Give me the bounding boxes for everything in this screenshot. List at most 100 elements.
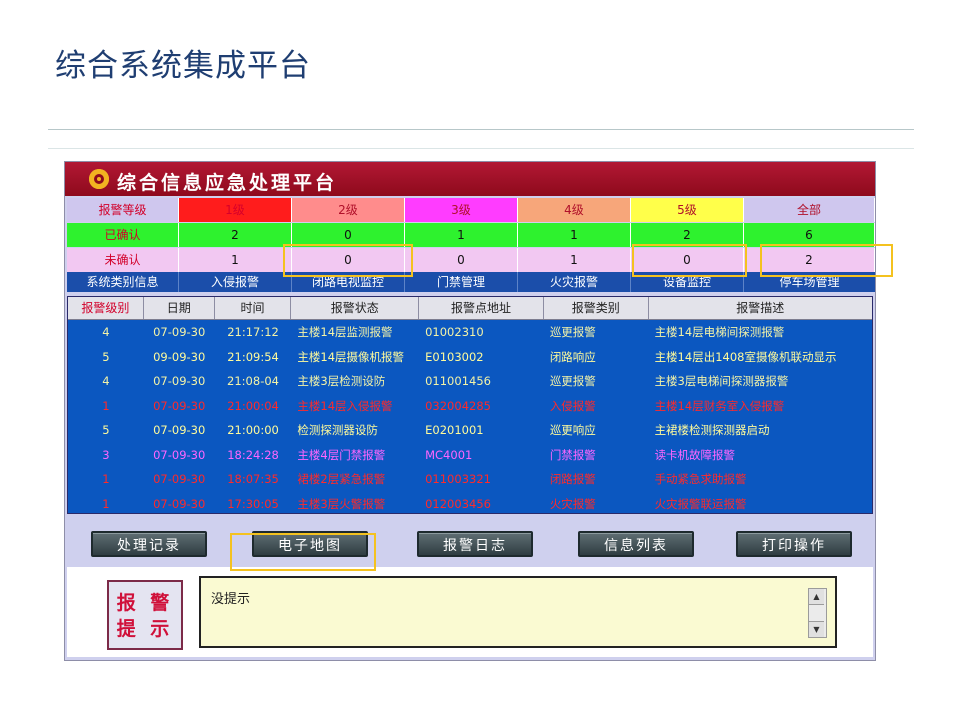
highlight-box: [632, 244, 747, 277]
column-header[interactable]: 报警级别: [68, 297, 144, 319]
alarm-prompt-textbox[interactable]: 没提示 ▲ ▼: [199, 576, 837, 648]
level-header-cell[interactable]: 1级: [179, 198, 292, 222]
table-cell: 主楼3层电梯间探测器报警: [654, 374, 789, 388]
table-cell: 巡更报警: [549, 374, 596, 388]
table-cell: 门禁报警: [549, 447, 596, 462]
table-cell: E0103002: [425, 349, 484, 364]
level-header-cell[interactable]: 全部: [744, 198, 875, 222]
table-cell: 011001456: [425, 374, 491, 388]
scroll-up-icon[interactable]: ▲: [809, 589, 824, 605]
app-header: 综合信息应急处理平台: [65, 162, 875, 196]
table-cell: 032004285: [425, 398, 491, 413]
alarm-prompt-badge-line2: 提 示: [116, 618, 174, 640]
divider-top: [48, 129, 914, 130]
table-cell: 07-09-30: [153, 398, 206, 413]
table-cell: 主楼3层检测设防: [297, 374, 386, 388]
scroll-down-icon[interactable]: ▼: [809, 621, 824, 637]
level-confirmed-count[interactable]: 1: [518, 223, 631, 247]
level-unconfirmed-count[interactable]: 0: [405, 248, 518, 272]
level-header-row: 报警等级 1级 2级 3级 4级 5级 全部: [67, 198, 875, 222]
table-cell: 主楼14层摄像机报警: [297, 349, 405, 364]
processing-record-button[interactable]: 处理记录: [91, 531, 207, 557]
level-header-cell[interactable]: 5级: [631, 198, 744, 222]
table-cell: 1: [102, 398, 110, 413]
alarm-prompt-area: 报 警 提 示 没提示 ▲ ▼: [67, 567, 873, 657]
table-cell: 火灾报警: [549, 496, 596, 511]
alarm-table: 报警级别 日期 时间 报警状态 报警点地址 报警类别 报警描述 4 07-09-3…: [67, 296, 873, 514]
table-cell: 主楼14层出1408室摄像机联动显示: [654, 349, 837, 364]
table-cell: 5: [102, 423, 110, 437]
table-row[interactable]: 5 09-09-30 21:09:54 主楼14层摄像机报警 E0103002 闭路响应 主…: [68, 345, 872, 370]
divider-bottom: [48, 148, 914, 149]
column-header[interactable]: 报警描述: [649, 297, 872, 319]
alarm-prompt-text: 没提示: [211, 592, 251, 607]
level-header-cell[interactable]: 2级: [292, 198, 405, 222]
table-cell: 主楼14层财务室入侵报警: [654, 398, 785, 413]
app-title: 综合信息应急处理平台: [117, 172, 338, 194]
table-cell: 手动紧急求助报警: [654, 472, 747, 486]
info-list-button[interactable]: 信息列表: [578, 531, 694, 557]
table-cell: 09-09-30: [153, 349, 206, 364]
table-cell: 主楼14层入侵报警: [297, 398, 393, 413]
category-nav: 系统类别信息 入侵报警 闭路电视监控 门禁管理 火灾报警 设备监控 停车场管理: [67, 272, 875, 292]
prompt-scrollbar[interactable]: ▲ ▼: [808, 588, 827, 638]
level-unconfirmed-count[interactable]: 1: [179, 248, 292, 272]
table-row[interactable]: 1 07-09-30 18:07:35 裙楼2层紧急报警 011003321 闭路报警 手动…: [68, 467, 872, 492]
print-button[interactable]: 打印操作: [736, 531, 852, 557]
table-cell: 011003321: [425, 472, 491, 486]
table-cell: 裙楼2层紧急报警: [297, 472, 386, 486]
table-cell: 4: [102, 325, 110, 339]
table-cell: 012003456: [425, 496, 491, 511]
nav-access-control[interactable]: 门禁管理: [405, 272, 518, 292]
table-cell: 主楼4层门禁报警: [297, 447, 386, 462]
table-cell: 闭路响应: [549, 349, 596, 364]
table-cell: 检测探测器设防: [297, 423, 378, 437]
table-cell: 21:09:54: [227, 349, 279, 364]
nav-system-category: 系统类别信息: [67, 272, 179, 292]
table-cell: 入侵报警: [549, 398, 596, 413]
alarm-prompt-badge: 报 警 提 示: [107, 580, 183, 650]
nav-intrusion-alarm[interactable]: 入侵报警: [179, 272, 292, 292]
level-confirmed-count[interactable]: 1: [405, 223, 518, 247]
level-confirmed-label: 已确认: [67, 223, 179, 247]
level-header-cell[interactable]: 3级: [405, 198, 518, 222]
table-row[interactable]: 4 07-09-30 21:17:12 主楼14层监测报警 01002310 巡更报警 主楼…: [68, 320, 872, 345]
table-cell: 21:17:12: [227, 325, 279, 339]
table-row[interactable]: 5 07-09-30 21:00:00 检测探测器设防 E0201001 巡更响应 主裙楼检…: [68, 418, 872, 443]
level-unconfirmed-count[interactable]: 1: [518, 248, 631, 272]
column-header[interactable]: 日期: [144, 297, 215, 319]
table-cell: 1: [102, 472, 110, 486]
table-cell: 07-09-30: [153, 472, 206, 486]
table-row[interactable]: 1 07-09-30 21:00:04 主楼14层入侵报警 032004285 入侵报警 主…: [68, 394, 872, 419]
table-cell: 1: [102, 496, 110, 511]
level-confirmed-row: 已确认 2 0 1 1 2 6: [67, 223, 875, 247]
table-row[interactable]: 1 07-09-30 17:30:05 主楼3层火警报警 012003456 火灾报警 火灾…: [68, 492, 872, 517]
table-row[interactable]: 4 07-09-30 21:08-04 主楼3层检测设防 011001456 巡更报警 主楼…: [68, 369, 872, 394]
level-header-cell[interactable]: 4级: [518, 198, 631, 222]
table-cell: 07-09-30: [153, 423, 206, 437]
level-confirmed-count[interactable]: 2: [179, 223, 292, 247]
table-cell: 主楼14层电梯间探测报警: [654, 325, 785, 339]
table-cell: 21:08-04: [227, 374, 279, 388]
table-body: 4 07-09-30 21:17:12 主楼14层监测报警 01002310 巡更报警 主楼…: [68, 320, 872, 516]
table-cell: 21:00:00: [227, 423, 279, 437]
table-cell: 巡更报警: [549, 325, 596, 339]
app-logo-icon: [89, 169, 109, 189]
table-cell: 主裙楼检测探测器启动: [654, 423, 770, 437]
table-cell: 巡更响应: [549, 423, 596, 437]
column-header[interactable]: 报警类别: [544, 297, 649, 319]
nav-fire-alarm[interactable]: 火灾报警: [518, 272, 631, 292]
table-header: 报警级别 日期 时间 报警状态 报警点地址 报警类别 报警描述: [68, 297, 872, 320]
table-cell: 3: [102, 447, 110, 462]
alarm-prompt-badge-line1: 报 警: [116, 592, 174, 614]
level-header-cell: 报警等级: [67, 198, 179, 222]
table-cell: 07-09-30: [153, 447, 206, 462]
alarm-log-button[interactable]: 报警日志: [417, 531, 533, 557]
table-row[interactable]: 3 07-09-30 18:24:28 主楼4层门禁报警 MC4001 门禁报警 读卡机故障…: [68, 443, 872, 468]
column-header[interactable]: 报警状态: [291, 297, 420, 319]
table-cell: 火灾报警联运报警: [654, 496, 747, 511]
column-header[interactable]: 时间: [215, 297, 292, 319]
column-header[interactable]: 报警点地址: [419, 297, 544, 319]
table-cell: 5: [102, 349, 110, 364]
table-cell: 07-09-30: [153, 496, 206, 511]
